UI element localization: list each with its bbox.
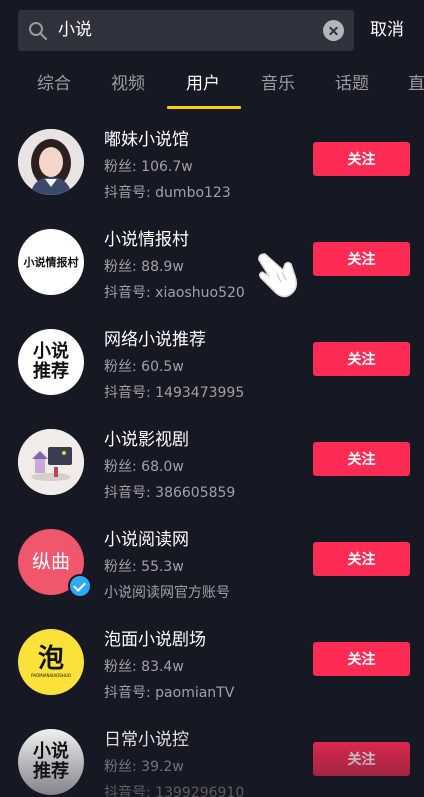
douyin-id: 抖音号: 1493473995 <box>104 385 245 401</box>
fans-count: 粉丝: 88.9w <box>104 259 184 275</box>
douyin-id: 抖音号: dumbo123 <box>104 185 231 201</box>
search-input[interactable]: 小说 <box>58 19 92 41</box>
follow-button[interactable]: 关注 <box>313 142 410 176</box>
avatar[interactable]: 小说情报村 <box>18 229 84 295</box>
account-description: 小说阅读网官方账号 <box>104 585 230 601</box>
clear-icon[interactable] <box>323 20 344 41</box>
avatar-brand-text: 泡 <box>37 644 64 674</box>
illustration-avatar-icon <box>18 429 84 495</box>
user-name[interactable]: 小说影视剧 <box>104 429 189 451</box>
user-name[interactable]: 泡面小说剧场 <box>104 629 206 651</box>
fans-count: 粉丝: 83.4w <box>104 659 184 675</box>
douyin-id: 抖音号: paomianTV <box>104 685 235 701</box>
search-bar[interactable]: 小说 <box>18 10 354 51</box>
fans-count: 粉丝: 55.3w <box>104 559 184 575</box>
verified-icon <box>68 574 92 598</box>
tab-videos[interactable]: 视频 <box>111 73 145 95</box>
search-icon <box>29 22 47 40</box>
girl-avatar-icon <box>18 129 84 195</box>
avatar[interactable]: 小说 推荐 <box>18 329 84 395</box>
avatar[interactable] <box>18 129 84 195</box>
avatar-text-line-2: 推荐 <box>33 761 69 782</box>
user-name[interactable]: 小说阅读网 <box>104 529 189 551</box>
follow-button[interactable]: 关注 <box>313 642 410 676</box>
douyin-id: 抖音号: 1399296910 <box>104 785 245 797</box>
avatar[interactable] <box>18 429 84 495</box>
avatar[interactable]: 泡 PAOMIANXIAOSHUO <box>18 629 84 695</box>
douyin-id: 抖音号: 386605859 <box>104 485 236 501</box>
douyin-id: 抖音号: xiaoshuo520 <box>104 285 245 301</box>
user-name[interactable]: 小说情报村 <box>104 229 189 251</box>
cancel-button[interactable]: 取消 <box>370 19 404 41</box>
avatar[interactable]: 小说 推荐 <box>18 729 84 795</box>
tab-music[interactable]: 音乐 <box>261 73 295 95</box>
follow-button[interactable]: 关注 <box>313 442 410 476</box>
list-item[interactable]: 纵曲 小说阅读网 粉丝: 55.3w 小说阅读网官方账号 关注 <box>0 518 424 618</box>
follow-button[interactable]: 关注 <box>313 342 410 376</box>
tab-users[interactable]: 用户 <box>186 73 220 95</box>
avatar-text-line-1: 小说 <box>33 341 69 362</box>
fans-count: 粉丝: 68.0w <box>104 459 184 475</box>
tab-topics[interactable]: 话题 <box>335 73 369 95</box>
follow-button[interactable]: 关注 <box>313 242 410 276</box>
avatar-text-line-1: 小说 <box>33 741 69 762</box>
user-name[interactable]: 嘟妹小说馆 <box>104 129 189 151</box>
list-item[interactable]: 泡 PAOMIANXIAOSHUO 泡面小说剧场 粉丝: 83.4w 抖音号: … <box>0 618 424 718</box>
list-item[interactable]: 小说情报村 小说情报村 粉丝: 88.9w 抖音号: xiaoshuo520 关… <box>0 218 424 318</box>
active-tab-indicator <box>167 106 241 109</box>
follow-button[interactable]: 关注 <box>313 742 410 776</box>
avatar-text-line-2: 推荐 <box>33 361 69 382</box>
list-item[interactable]: 小说影视剧 粉丝: 68.0w 抖音号: 386605859 关注 <box>0 418 424 518</box>
list-item[interactable]: 嘟妹小说馆 粉丝: 106.7w 抖音号: dumbo123 关注 <box>0 118 424 218</box>
list-item[interactable]: 小说 推荐 网络小说推荐 粉丝: 60.5w 抖音号: 1493473995 关… <box>0 318 424 418</box>
tab-comprehensive[interactable]: 综合 <box>37 73 71 95</box>
user-name[interactable]: 网络小说推荐 <box>104 329 206 351</box>
avatar-brand-subtext: PAOMIANXIAOSHUO <box>31 673 71 678</box>
hand-pointer-icon <box>258 253 298 298</box>
fans-count: 粉丝: 60.5w <box>104 359 184 375</box>
list-item[interactable]: 小说 推荐 日常小说控 粉丝: 39.2w 抖音号: 1399296910 关注 <box>0 718 424 797</box>
follow-button[interactable]: 关注 <box>313 542 410 576</box>
fans-count: 粉丝: 106.7w <box>104 159 193 175</box>
avatar-logo-text: 小说情报村 <box>23 256 79 269</box>
avatar-brand-text: 纵曲 <box>31 551 70 573</box>
tab-live[interactable]: 直 <box>408 73 424 95</box>
fans-count: 粉丝: 39.2w <box>104 759 184 775</box>
user-name[interactable]: 日常小说控 <box>104 729 189 751</box>
tab-bar: 综合 视频 用户 音乐 话题 直 <box>0 70 424 110</box>
